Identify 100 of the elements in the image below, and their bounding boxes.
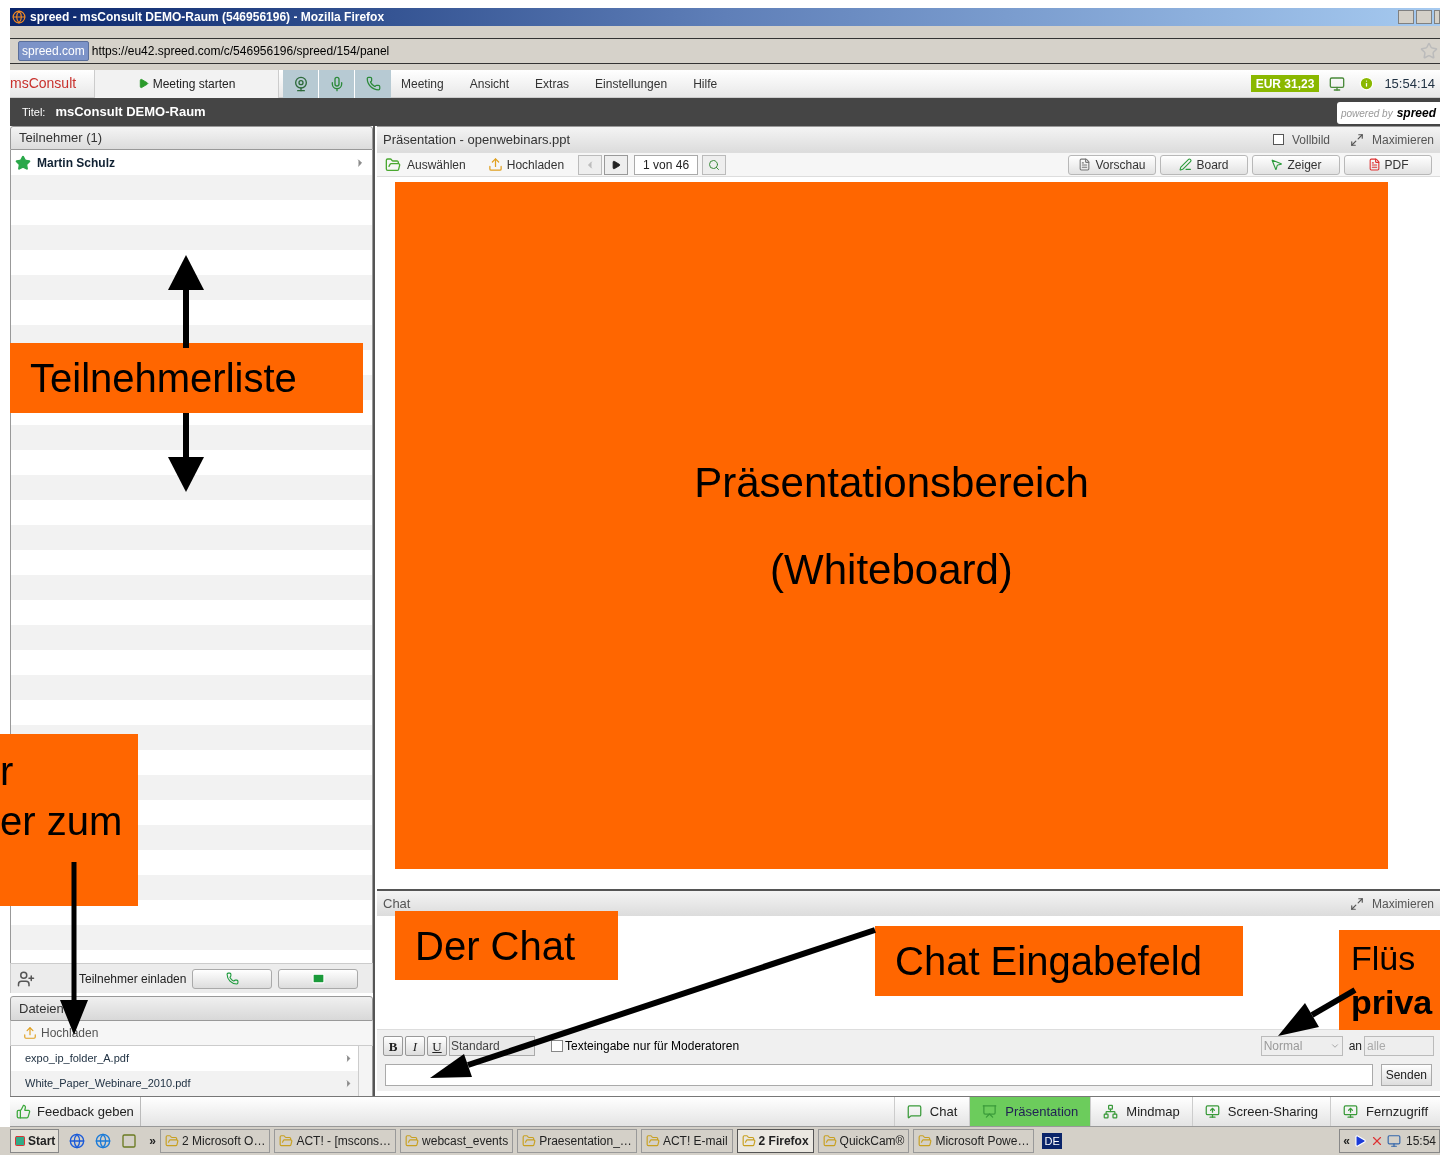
folder-icon — [405, 1134, 420, 1148]
room-title: msConsult DEMO-Raum — [55, 103, 206, 122]
tray-clock: 15:54 — [1405, 1133, 1436, 1150]
pointer-button[interactable]: Zeiger — [1252, 154, 1340, 175]
pdf-button[interactable]: PDF — [1344, 154, 1432, 175]
folder-icon — [918, 1134, 933, 1148]
scrollbar[interactable] — [358, 1046, 372, 1096]
search-icon — [708, 158, 721, 171]
tray-expand-button[interactable]: « — [1343, 1132, 1350, 1150]
phone-button[interactable] — [355, 69, 391, 98]
star-icon — [15, 154, 31, 171]
diagram-icon — [1103, 1104, 1119, 1119]
maximize-button[interactable]: Maximieren — [1350, 130, 1434, 149]
globe-icon[interactable] — [69, 1133, 86, 1149]
balance-badge: EUR 31,23 — [1250, 75, 1320, 92]
microphone-toggle-button[interactable] — [319, 69, 355, 98]
file-upload-button[interactable]: Hochladen — [10, 1021, 373, 1046]
close-button[interactable] — [1434, 10, 1440, 24]
globe-icon[interactable] — [95, 1133, 112, 1149]
speech-bubble-icon — [906, 1104, 922, 1119]
play-icon — [137, 78, 149, 89]
page-counter: 1 von 46 — [634, 154, 699, 175]
room-title-label: Titel: — [22, 104, 46, 120]
taskbar-button[interactable]: webcast_events — [400, 1129, 514, 1153]
taskbar-button[interactable]: ACT! E-mail — [640, 1129, 733, 1153]
upload-presentation-button[interactable]: Hochladen — [487, 155, 565, 174]
document-icon — [1367, 158, 1381, 171]
feedback-button[interactable]: Feedback geben — [10, 1097, 141, 1126]
invite-label: Teilnehmer einladen — [79, 970, 187, 988]
italic-button[interactable]: I — [405, 1035, 425, 1056]
panel-header: Dateien — [10, 996, 373, 1021]
folder-icon — [165, 1134, 180, 1148]
folder-icon — [822, 1134, 837, 1148]
module-tab[interactable]: Fernzugriff — [1330, 1097, 1440, 1126]
monitor-icon[interactable] — [1329, 75, 1346, 92]
preview-button[interactable]: Vorschau — [1068, 154, 1156, 175]
menu-item[interactable]: Einstellungen — [595, 74, 668, 93]
maximize-button[interactable]: Maximieren — [1350, 894, 1434, 913]
url-text: https://eu42.spreed.com/c/546956196/spreed/154/panel — [91, 43, 390, 60]
start-button[interactable]: Start — [10, 1129, 60, 1153]
maximize-icon — [1350, 896, 1364, 911]
taskbar-button[interactable]: Microsoft Powe… — [913, 1129, 1035, 1153]
taskbar-button[interactable]: Praesentation_… — [517, 1129, 637, 1153]
underline-button[interactable]: U — [427, 1035, 447, 1056]
module-tab[interactable]: Mindmap — [1090, 1097, 1192, 1126]
menu-item[interactable]: Ansicht — [469, 74, 510, 93]
powered-by-badge: powered by spreed — [1336, 102, 1440, 124]
taskbar-button[interactable]: 2 Firefox — [736, 1129, 814, 1153]
fullscreen-checkbox[interactable]: Vollbild — [1272, 130, 1330, 149]
pen-icon — [1179, 158, 1193, 171]
language-indicator: DE — [1042, 1132, 1062, 1150]
right-arrow-icon — [611, 159, 622, 170]
bookmark-star-icon[interactable] — [1420, 42, 1438, 60]
add-user-icon — [17, 969, 35, 988]
board-button[interactable]: Board — [1160, 154, 1248, 175]
upload-icon — [487, 157, 503, 172]
webcam-icon — [292, 75, 309, 92]
address-field[interactable]: spreed.com https://eu42.spreed.com/c/546956196/spreed/154/panel — [10, 38, 1440, 64]
phone-icon — [365, 76, 381, 91]
chat-input-field[interactable] — [385, 1064, 1373, 1086]
panel-title: Chat — [383, 894, 411, 913]
menu-item[interactable]: Meeting — [401, 74, 444, 93]
app-icon[interactable] — [121, 1133, 138, 1149]
more-launchers-button[interactable]: » — [149, 1132, 157, 1150]
menu-item[interactable]: Hilfe — [693, 74, 718, 93]
chat-input-callout: Chat Eingabefeld — [875, 926, 1243, 996]
bold-button[interactable]: B — [383, 1035, 403, 1056]
info-icon[interactable] — [1359, 76, 1375, 91]
folder-icon — [741, 1134, 756, 1148]
moderators-only-checkbox[interactable]: Texteingabe nur für Moderatoren — [551, 1036, 740, 1055]
play-icon[interactable] — [1352, 1134, 1367, 1148]
chat-callout: Der Chat — [395, 911, 618, 980]
module-tab[interactable]: Screen-Sharing — [1191, 1097, 1331, 1126]
menu-item[interactable]: Extras — [535, 74, 570, 93]
callout: Flüs priva — [1339, 930, 1440, 1030]
globe-icon — [12, 10, 26, 24]
invite-phone-button[interactable] — [192, 968, 273, 989]
monitor-icon — [1204, 1104, 1220, 1119]
meeting-start-button[interactable]: Meeting starten — [94, 69, 279, 98]
minimize-button[interactable] — [1398, 10, 1414, 24]
module-tab[interactable]: Präsentation — [969, 1097, 1091, 1126]
folder-icon — [522, 1134, 537, 1148]
monitor-icon[interactable] — [1386, 1134, 1401, 1148]
file-row[interactable]: White_Paper_Webinare_2010.pdf — [11, 1071, 358, 1096]
company-logo: msConsult — [10, 74, 78, 93]
recipient-label: an — [1348, 1037, 1362, 1055]
next-slide-button[interactable] — [604, 154, 629, 175]
document-icon — [1078, 158, 1092, 171]
phone-icon — [225, 972, 239, 985]
invite-email-button[interactable] — [278, 968, 359, 989]
select-presentation-button[interactable]: Auswählen — [385, 155, 466, 174]
callout: r er zum — [0, 734, 138, 906]
restore-button[interactable] — [1416, 10, 1432, 24]
send-button[interactable]: Senden — [1380, 1064, 1432, 1086]
search-button[interactable] — [702, 154, 727, 175]
taskbar-button[interactable]: 2 Microsoft O… — [160, 1129, 271, 1153]
monitor-icon — [1343, 1104, 1359, 1119]
taskbar-button[interactable]: ACT! - [mscons… — [274, 1129, 397, 1153]
taskbar-button[interactable]: QuickCam® — [817, 1129, 910, 1153]
webcam-toggle-button[interactable] — [283, 69, 319, 98]
